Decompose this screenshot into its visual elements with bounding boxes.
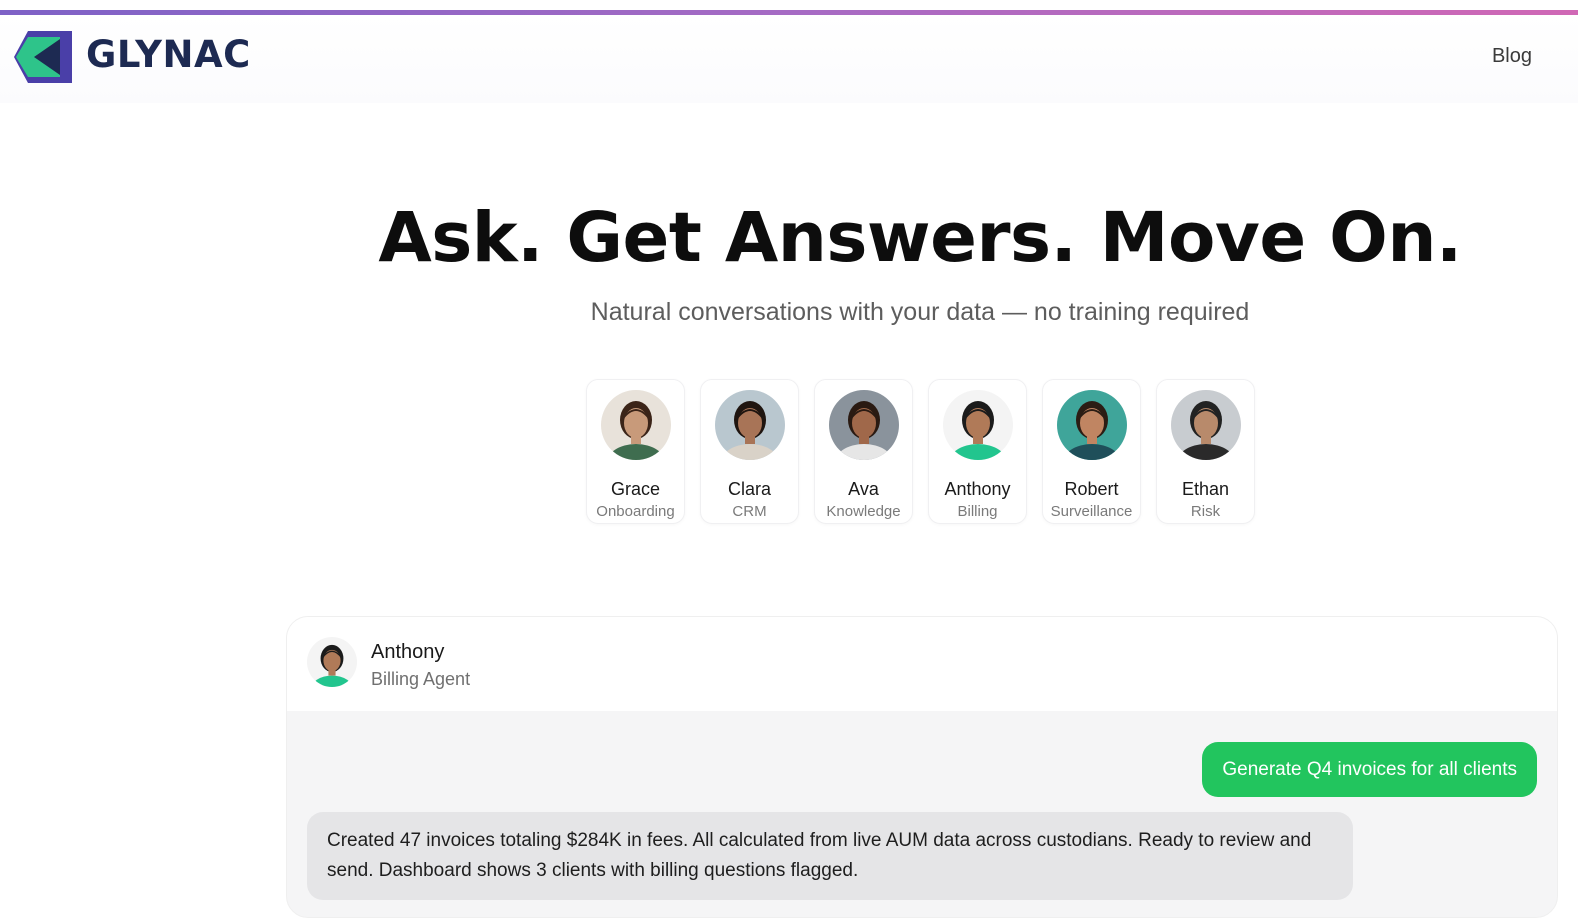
agent-name: Clara bbox=[727, 479, 771, 499]
agent-role: Risk bbox=[1190, 503, 1221, 520]
agent-card-grace[interactable]: Grace Onboarding bbox=[586, 379, 685, 524]
avatar bbox=[942, 390, 1013, 460]
avatar bbox=[1056, 390, 1127, 460]
agent-selector: Grace Onboarding Clara CRM Ava Knowledge… bbox=[586, 379, 1255, 524]
brand-name[interactable]: GLYNAC bbox=[86, 33, 251, 76]
chat-agent-avatar bbox=[307, 637, 357, 687]
chat-agent-role: Billing Agent bbox=[371, 669, 471, 689]
agent-role: Onboarding bbox=[596, 503, 675, 520]
avatar bbox=[1170, 390, 1241, 460]
agent-role: Billing bbox=[957, 503, 998, 520]
avatar bbox=[600, 390, 671, 460]
agent-name: Ava bbox=[848, 479, 879, 499]
avatar bbox=[828, 390, 899, 460]
agent-card-ethan[interactable]: Ethan Risk bbox=[1156, 379, 1255, 524]
glynac-logo-icon[interactable] bbox=[14, 31, 74, 83]
chat-header: Anthony Billing Agent bbox=[287, 617, 1557, 711]
agent-card-robert[interactable]: Robert Surveillance bbox=[1042, 379, 1141, 524]
agent-role: Knowledge bbox=[826, 503, 901, 520]
hero-title: Ask. Get Answers. Move On. bbox=[378, 198, 1462, 278]
agent-card-ava[interactable]: Ava Knowledge bbox=[814, 379, 913, 524]
chat-panel: Anthony Billing Agent Generate Q4 invoic… bbox=[286, 616, 1558, 918]
agent-name: Grace bbox=[610, 479, 661, 499]
agent-role: CRM bbox=[732, 503, 767, 520]
agent-card-anthony[interactable]: Anthony Billing bbox=[928, 379, 1027, 524]
chat-agent-name: Anthony bbox=[371, 641, 445, 663]
avatar bbox=[714, 390, 785, 460]
agent-role: Surveillance bbox=[1050, 503, 1133, 520]
hero-subtitle: Natural conversations with your data — n… bbox=[590, 298, 1250, 326]
site-header: GLYNAC Blog bbox=[0, 15, 1578, 103]
agent-message-bubble: Created 47 invoices totaling $284K in fe… bbox=[307, 812, 1353, 900]
agent-name: Robert bbox=[1064, 479, 1119, 499]
agent-card-clara[interactable]: Clara CRM bbox=[700, 379, 799, 524]
agent-name: Ethan bbox=[1181, 479, 1230, 499]
nav-blog-link[interactable]: Blog bbox=[1492, 45, 1532, 68]
agent-name: Anthony bbox=[944, 479, 1011, 499]
user-message-bubble: Generate Q4 invoices for all clients bbox=[1202, 742, 1537, 797]
